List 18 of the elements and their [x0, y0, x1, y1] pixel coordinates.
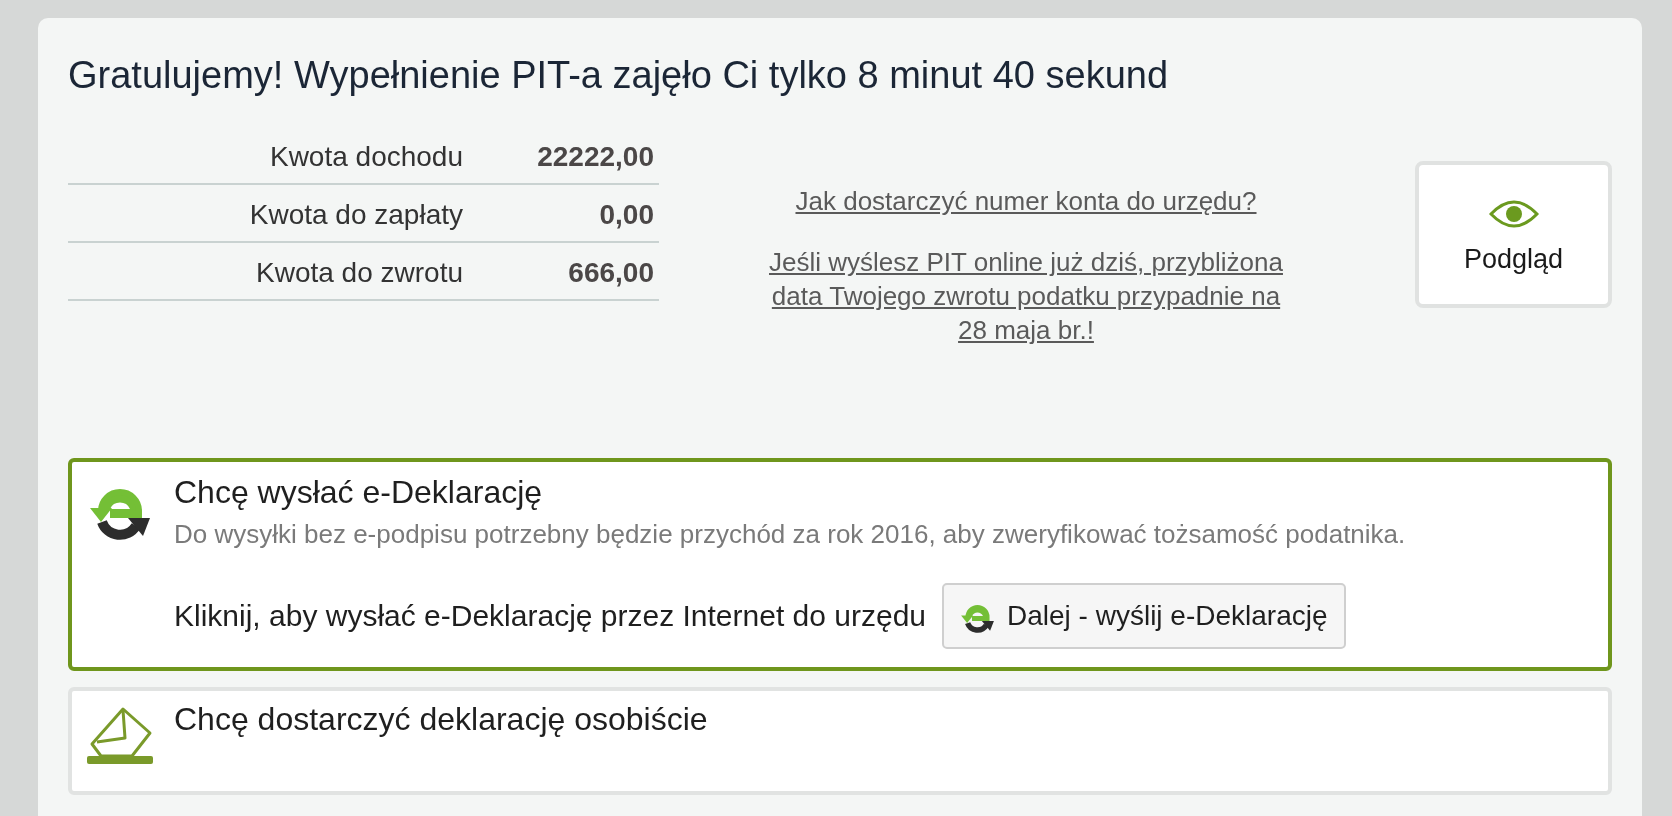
amount-value: 22222,00 [536, 140, 655, 174]
option-title: Chcę dostarczyć deklarację osobiście [174, 701, 708, 737]
preview-button[interactable]: Podgląd [1415, 161, 1612, 308]
help-link[interactable]: Jak dostarczyć numer konta do urzędu? [795, 184, 1257, 218]
amount-label: Kwota do zwrotu [255, 256, 463, 290]
send-button[interactable]: Dalej - wyślij e-Deklarację [942, 583, 1346, 649]
amount-label: Kwota dochodu [268, 140, 463, 174]
page-title: Gratulujemy! Wypełnienie PIT-a zajęło Ci tylko 8 minut 40 sekund [68, 53, 1169, 97]
help-link[interactable]: Jeśli wyślesz PIT online już dziś, przybliżona data Twojego zwrotu podatku przypadnie na 28 maja br.! [761, 245, 1291, 347]
option-card[interactable]: Chcę dostarczyć deklarację osobiście [68, 687, 1612, 795]
amount-value: 0,00 [598, 198, 655, 232]
option-card[interactable] [68, 458, 1612, 671]
action-text: Kliknij, aby wysłać e-Deklarację przez Internet do urzędu [174, 598, 926, 634]
envelope-slot-icon [87, 706, 153, 764]
amount-label: Kwota do zapłaty [248, 198, 463, 232]
option-note: Do wysyłki bez e-podpisu potrzebny będzie przychód za rok 2016, aby zweryfikować tożsamość podatnika. [174, 519, 1406, 549]
option-title: Chcę wysłać e-Deklarację [174, 474, 543, 510]
amount-value: 666,00 [567, 256, 655, 290]
